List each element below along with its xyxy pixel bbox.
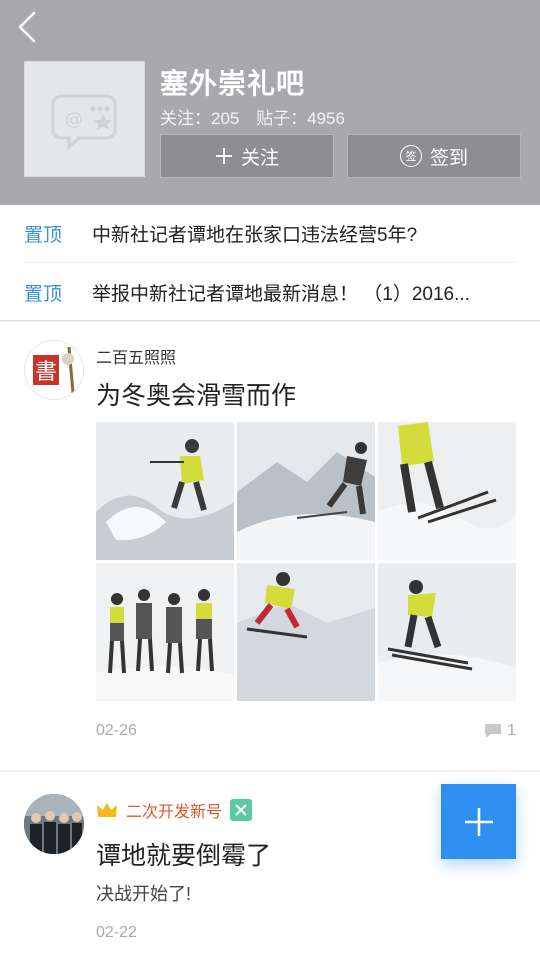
post-image[interactable]: [237, 563, 375, 701]
pinned-tag: 置顶: [24, 225, 63, 246]
post-date: 02-26: [96, 722, 137, 739]
post-date: 02-22: [96, 924, 137, 941]
pinned-item[interactable]: 置顶 举报中新社记者谭地最新消息！ （1）2016...: [24, 263, 516, 321]
author-name: 二次开发新号: [126, 804, 223, 821]
pinned-title: 中新社记者谭地在张家口违法经营5年?: [92, 225, 418, 246]
forum-placeholder-icon: @: [51, 94, 117, 151]
followers-count: 关注：205: [160, 109, 240, 128]
forum-avatar: @: [24, 61, 145, 177]
comment-count-value: 1: [507, 722, 516, 739]
comment-count[interactable]: 1: [483, 722, 516, 740]
post-author[interactable]: 二百五照照: [96, 344, 176, 368]
plus-icon: [215, 148, 232, 164]
post-image[interactable]: [378, 422, 516, 560]
posts-count: 贴子：4956: [256, 109, 345, 128]
post-author[interactable]: 二次开发新号: [96, 798, 253, 822]
badge-icon: [230, 799, 253, 821]
crown-icon: [97, 803, 117, 817]
avatar[interactable]: [24, 794, 84, 854]
pinned-list: 置顶 中新社记者谭地在张家口违法经营5年? 置顶 举报中新社记者谭地最新消息！ …: [0, 205, 540, 321]
forum-stats: 关注：205 贴子：4956: [160, 104, 357, 129]
forum-name: 塞外崇礼吧: [160, 68, 306, 99]
pinned-item[interactable]: 置顶 中新社记者谭地在张家口违法经营5年?: [24, 205, 516, 263]
post-title[interactable]: 谭地就要倒霉了: [96, 836, 271, 872]
post-image-grid: [96, 422, 516, 702]
forum-header: @ 塞外崇礼吧 关注：205 贴子：4956 关注 签 签到: [0, 0, 540, 205]
back-icon[interactable]: [14, 10, 44, 44]
post-image[interactable]: [96, 563, 234, 701]
fab-plus-icon: [464, 807, 493, 836]
comment-icon: [485, 724, 502, 738]
svg-text:@: @: [65, 109, 83, 130]
sign-label: 签到: [429, 147, 468, 169]
sign-icon: 签: [399, 145, 422, 167]
svg-text:書: 書: [35, 360, 57, 385]
post-title[interactable]: 为冬奥会滑雪而作: [96, 376, 296, 412]
follow-label: 关注: [240, 147, 279, 169]
post-card[interactable]: 書 二百五照照 为冬奥会滑雪而作 02-26 1: [0, 322, 540, 770]
post-image[interactable]: [378, 563, 516, 701]
follow-button[interactable]: 关注: [160, 134, 334, 178]
pinned-tag: 置顶: [24, 283, 63, 305]
post-excerpt: 决战开始了!: [96, 884, 192, 904]
post-image[interactable]: [96, 422, 234, 560]
pinned-title: 举报中新社记者谭地最新消息！ （1）2016...: [92, 283, 470, 305]
new-post-button[interactable]: [441, 784, 516, 859]
avatar[interactable]: 書: [24, 340, 84, 400]
post-image[interactable]: [237, 422, 375, 560]
sign-in-button[interactable]: 签 签到: [347, 134, 521, 178]
